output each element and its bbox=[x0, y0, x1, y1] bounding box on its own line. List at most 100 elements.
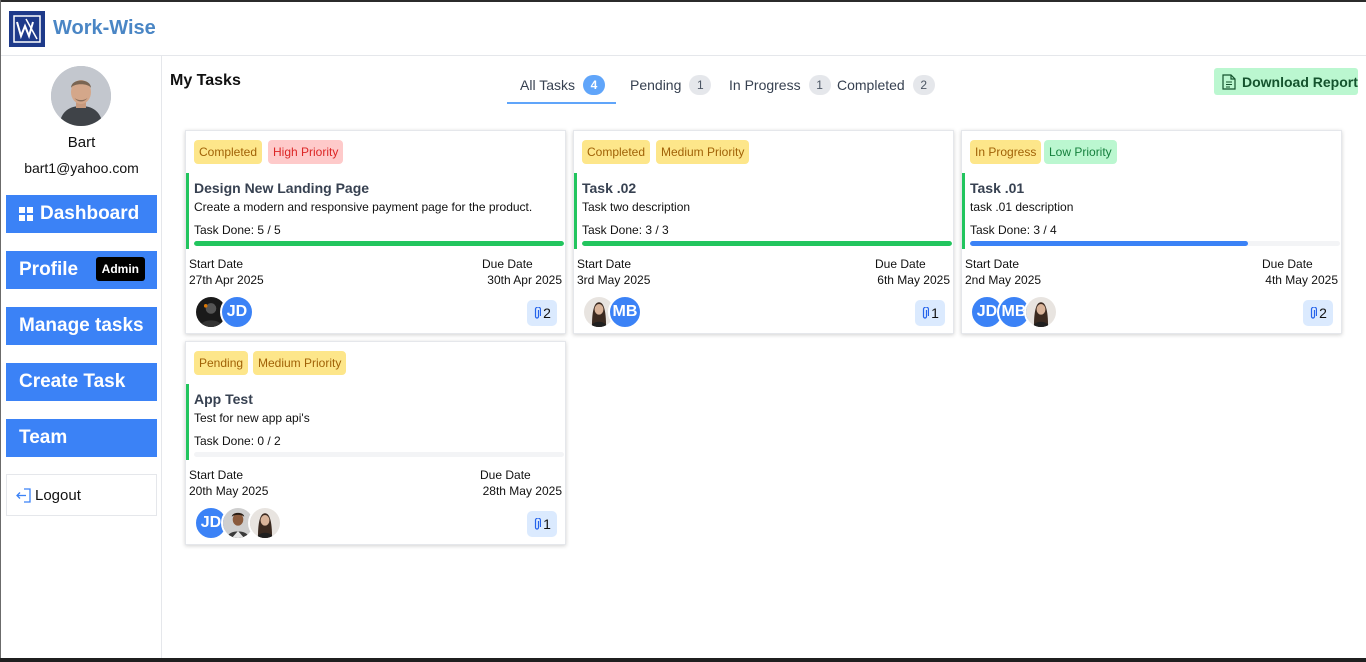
tab-all-tasks-count: 4 bbox=[582, 75, 605, 95]
tab-pending[interactable]: Pending 1 bbox=[630, 66, 712, 104]
task-title: Task .01 bbox=[970, 180, 1025, 196]
start-date-label: Start Date bbox=[189, 468, 244, 482]
task-progress-fill bbox=[582, 241, 952, 246]
attachments-count-value: 2 bbox=[543, 305, 551, 321]
nav-dashboard-button[interactable]: Dashboard bbox=[6, 195, 157, 233]
task-done-count: Task Done: 0 / 2 bbox=[194, 434, 281, 448]
assignee-initials-avatar: JD bbox=[220, 295, 254, 329]
priority-badge: Low Priority bbox=[1044, 140, 1117, 164]
task-title: Task .02 bbox=[582, 180, 637, 196]
task-description: Task two description bbox=[582, 200, 691, 214]
priority-badge: Medium Priority bbox=[656, 140, 750, 164]
tab-in-progress-label: In Progress bbox=[729, 77, 801, 93]
task-description: Test for new app api's bbox=[194, 411, 310, 425]
nav-create-task-button[interactable]: Create Task bbox=[6, 363, 157, 401]
task-description: Create a modern and responsive payment p… bbox=[194, 200, 533, 214]
task-done-count: Task Done: 5 / 5 bbox=[194, 223, 281, 237]
nav-dashboard-label: Dashboard bbox=[40, 203, 140, 224]
status-badge: In Progress bbox=[970, 140, 1042, 164]
due-date-label: Due Date bbox=[875, 257, 926, 271]
due-date-value: 6th May 2025 bbox=[877, 273, 950, 287]
tab-pending-count: 1 bbox=[689, 75, 712, 95]
status-badge: Completed bbox=[194, 140, 263, 164]
window-bottom-border bbox=[0, 658, 1366, 662]
dashboard-icon bbox=[19, 207, 33, 221]
start-date-label: Start Date bbox=[577, 257, 632, 271]
task-content: Design New Landing Page Create a modern … bbox=[186, 173, 565, 249]
active-tab-indicator bbox=[507, 102, 616, 104]
task-done-count: Task Done: 3 / 3 bbox=[582, 223, 669, 237]
start-date-value: 2nd May 2025 bbox=[965, 273, 1042, 287]
document-icon bbox=[1222, 73, 1236, 90]
app-logo-icon[interactable] bbox=[9, 10, 45, 47]
priority-badge: High Priority bbox=[268, 140, 344, 164]
attachments-count-value: 1 bbox=[543, 516, 551, 532]
task-progress-bar bbox=[582, 241, 952, 246]
nav-profile-label: Profile bbox=[19, 259, 79, 280]
start-date-label: Start Date bbox=[965, 257, 1020, 271]
nav-manage-tasks-button[interactable]: Manage tasks bbox=[6, 307, 157, 345]
paperclip-icon bbox=[922, 306, 930, 319]
assignee-photo-avatar bbox=[248, 506, 282, 540]
paperclip-icon bbox=[534, 306, 542, 319]
task-content: Task .02 Task two description Task Done:… bbox=[574, 173, 953, 249]
attachments-count[interactable]: 1 bbox=[527, 511, 557, 537]
sidebar: Bart bart1@yahoo.com Dashboard Profile A… bbox=[1, 56, 162, 658]
task-title: App Test bbox=[194, 391, 253, 407]
user-avatar bbox=[51, 66, 111, 126]
attachments-count[interactable]: 1 bbox=[915, 300, 945, 326]
tab-pending-label: Pending bbox=[630, 77, 682, 93]
due-date-label: Due Date bbox=[482, 257, 533, 271]
due-date-value: 30th Apr 2025 bbox=[487, 273, 562, 287]
paperclip-icon bbox=[534, 517, 542, 530]
task-content: Task .01 task .01 description Task Done:… bbox=[962, 173, 1341, 249]
logout-icon bbox=[16, 487, 31, 503]
download-report-label: Download Report bbox=[1242, 73, 1358, 90]
task-progress-bar bbox=[194, 452, 564, 457]
task-done-count: Task Done: 3 / 4 bbox=[970, 223, 1057, 237]
start-date-label: Start Date bbox=[189, 257, 244, 271]
due-date-value: 28th May 2025 bbox=[482, 484, 562, 498]
attachments-count[interactable]: 2 bbox=[527, 300, 557, 326]
attachments-count[interactable]: 2 bbox=[1303, 300, 1333, 326]
nav-create-task-label: Create Task bbox=[19, 371, 126, 392]
logout-button[interactable]: Logout bbox=[6, 474, 157, 516]
nav-team-label: Team bbox=[19, 427, 68, 448]
download-report-button[interactable]: Download Report bbox=[1214, 68, 1358, 95]
app-title: Work-Wise bbox=[53, 17, 156, 39]
task-progress-bar bbox=[970, 241, 1340, 246]
tab-in-progress[interactable]: In Progress 1 bbox=[729, 66, 831, 104]
attachments-count-value: 1 bbox=[931, 305, 939, 321]
task-progress-bar bbox=[194, 241, 564, 246]
nav-team-button[interactable]: Team bbox=[6, 419, 157, 457]
task-card[interactable]: Completed High Priority Design New Landi… bbox=[185, 130, 566, 334]
tab-all-tasks-label: All Tasks bbox=[520, 77, 575, 93]
tab-completed-label: Completed bbox=[837, 77, 905, 93]
start-date-value: 3rd May 2025 bbox=[577, 273, 651, 287]
tab-in-progress-count: 1 bbox=[808, 75, 831, 95]
assignee-initials-avatar: MB bbox=[608, 295, 642, 329]
due-date-label: Due Date bbox=[480, 468, 531, 482]
task-card[interactable]: In Progress Low Priority Task .01 task .… bbox=[961, 130, 1342, 334]
nav-profile-button[interactable]: Profile Admin bbox=[6, 251, 157, 289]
task-progress-fill bbox=[194, 241, 564, 246]
user-name: Bart bbox=[67, 134, 96, 151]
assignee-photo-avatar bbox=[1024, 295, 1058, 329]
paperclip-icon bbox=[1310, 306, 1318, 319]
tab-completed-count: 2 bbox=[912, 75, 935, 95]
tab-all-tasks[interactable]: All Tasks 4 bbox=[520, 66, 605, 104]
page-title: My Tasks bbox=[170, 72, 241, 89]
task-description: task .01 description bbox=[970, 200, 1074, 214]
status-badge: Completed bbox=[582, 140, 651, 164]
task-progress-fill bbox=[970, 241, 1248, 246]
status-badge: Pending bbox=[194, 351, 249, 375]
nav-manage-tasks-label: Manage tasks bbox=[19, 315, 144, 336]
task-card[interactable]: Pending Medium Priority App Test Test fo… bbox=[185, 341, 566, 545]
tab-completed[interactable]: Completed 2 bbox=[837, 66, 935, 104]
task-card[interactable]: Completed Medium Priority Task .02 Task … bbox=[573, 130, 954, 334]
task-content: App Test Test for new app api's Task Don… bbox=[186, 384, 565, 460]
app-header: Work-Wise bbox=[1, 2, 1366, 56]
task-title: Design New Landing Page bbox=[194, 180, 370, 196]
attachments-count-value: 2 bbox=[1319, 305, 1327, 321]
priority-badge: Medium Priority bbox=[253, 351, 347, 375]
